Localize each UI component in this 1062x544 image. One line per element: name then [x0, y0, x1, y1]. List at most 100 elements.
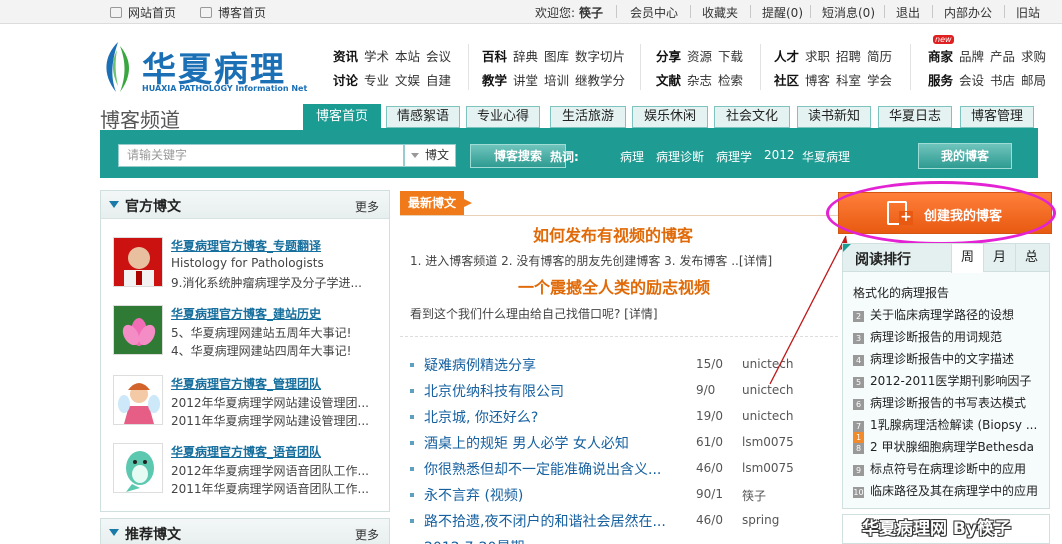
tab-channel[interactable]: 社会文化: [714, 106, 790, 128]
member-center-link[interactable]: 会员中心: [630, 4, 678, 21]
nav-item[interactable]: 下载: [718, 49, 743, 64]
rank-item[interactable]: 10 临床路径及其在病理学中的应用: [853, 482, 1038, 502]
nav-item[interactable]: 杂志: [687, 73, 712, 88]
lotus-image[interactable]: [113, 305, 163, 355]
list-item[interactable]: 北京城, 你还好么? 19/0 unictech: [410, 407, 838, 427]
tab-channel[interactable]: 博客首页: [303, 104, 381, 129]
nav-item[interactable]: 检索: [718, 73, 743, 88]
hot-word[interactable]: 病理学: [716, 148, 752, 165]
post-title[interactable]: 2012-7-20暴期: [424, 537, 524, 544]
search-input[interactable]: 请输关键字: [118, 144, 404, 167]
nav-group-head[interactable]: 文献: [656, 73, 681, 88]
site-logo[interactable]: 华夏病理 HUAXIA PATHOLOGY Information Net: [100, 38, 310, 98]
nav-item[interactable]: 产品: [990, 49, 1015, 64]
rank-item[interactable]: 9 标点符号在病理诊断中的应用: [853, 460, 1026, 480]
post-title[interactable]: 北京城, 你还好么?: [424, 407, 538, 427]
nav-item[interactable]: 会设: [959, 73, 984, 88]
more-link[interactable]: 更多: [355, 526, 379, 543]
nav-group-head[interactable]: 百科: [482, 49, 507, 64]
headline-inspiring-video[interactable]: 一个震撼全人类的励志视频: [518, 274, 710, 298]
post-author[interactable]: lsm0075: [742, 461, 794, 475]
nav-group-head[interactable]: 社区: [774, 73, 799, 88]
more-link[interactable]: 更多: [355, 198, 379, 215]
headline-summary[interactable]: 看到这个我们什么理由给自己找借口呢? [详情]: [410, 305, 658, 322]
avatar[interactable]: [113, 237, 163, 287]
post-author[interactable]: spring: [742, 513, 779, 527]
nav-item[interactable]: 讲堂: [513, 73, 538, 88]
tab-week[interactable]: 周: [951, 244, 983, 273]
list-item[interactable]: 2012-7-20暴期: [410, 537, 838, 544]
entry-title[interactable]: 华夏病理官方博客_语音团队: [171, 443, 321, 460]
rank-item[interactable]: 6 病理诊断报告的书写表达模式: [853, 394, 1026, 414]
entry-line[interactable]: 2011年华夏病理学网站建设管理团...: [171, 412, 369, 429]
nav-item[interactable]: 本站: [395, 49, 420, 64]
old-site-link[interactable]: 旧站: [1016, 4, 1040, 21]
nav-item[interactable]: 辞典: [513, 49, 538, 64]
tab-channel[interactable]: 博客管理: [960, 106, 1034, 128]
nav-item[interactable]: 继教学分: [575, 73, 625, 88]
site-home-link[interactable]: 网站首页: [110, 4, 176, 21]
nav-item[interactable]: 博客: [805, 73, 830, 88]
tab-channel[interactable]: 专业心得: [466, 106, 540, 128]
nav-item[interactable]: 邮局: [1021, 73, 1046, 88]
post-author[interactable]: 筷子: [742, 487, 766, 504]
post-author[interactable]: lsm0075: [742, 435, 794, 449]
nav-item[interactable]: 求职: [805, 49, 830, 64]
reminders-link[interactable]: 提醒(0): [762, 4, 803, 21]
nav-group-head[interactable]: 服务: [928, 73, 953, 88]
entry-line[interactable]: 2012年华夏病理学网语音团队工作...: [171, 462, 369, 479]
tab-month[interactable]: 月: [983, 244, 1015, 272]
tab-total[interactable]: 总: [1015, 244, 1047, 272]
username[interactable]: 筷子: [579, 6, 603, 20]
nav-item[interactable]: 图库: [544, 49, 569, 64]
messages-link[interactable]: 短消息(0): [822, 4, 875, 21]
logout-link[interactable]: 退出: [896, 4, 920, 21]
rank-item[interactable]: 1 格式化的病理报告: [853, 284, 949, 443]
post-title[interactable]: 北京优纳科技有限公司: [424, 381, 564, 401]
hot-word[interactable]: 华夏病理: [802, 148, 850, 165]
rank-item[interactable]: 8 2 甲状腺细胞病理学Bethesda: [853, 438, 1034, 458]
nav-item[interactable]: 学会: [867, 73, 892, 88]
nav-group-head[interactable]: 资讯: [333, 49, 358, 64]
list-item[interactable]: 你很熟悉但却不一定能准确说出含义... 46/0 lsm0075: [410, 459, 838, 479]
post-title[interactable]: 酒桌上的规矩 男人必学 女人必知: [424, 433, 629, 453]
nav-item[interactable]: 求购: [1021, 49, 1046, 64]
nav-item[interactable]: 自建: [426, 73, 451, 88]
nav-group-head[interactable]: 商家: [928, 49, 953, 64]
rank-item[interactable]: 3 病理诊断报告的用词规范: [853, 328, 1002, 348]
rank-item[interactable]: 5 2012-2011医学期刊影响因子: [853, 372, 1031, 392]
hot-word[interactable]: 病理诊断: [656, 148, 704, 165]
nav-item[interactable]: 数字切片: [575, 49, 625, 64]
list-item[interactable]: 永不言弃 (视频) 90/1 筷子: [410, 485, 838, 505]
list-item[interactable]: 酒桌上的规矩 男人必学 女人必知 61/0 lsm0075: [410, 433, 838, 453]
tab-channel[interactable]: 读书新知: [797, 106, 871, 128]
tab-channel[interactable]: 娱乐休闲: [632, 106, 708, 128]
entry-line[interactable]: 2012年华夏病理学网站建设管理团...: [171, 394, 369, 411]
tab-channel[interactable]: 生活旅游: [550, 106, 626, 128]
nav-item[interactable]: 培训: [544, 73, 569, 88]
nav-item[interactable]: 专业: [364, 73, 389, 88]
nav-item[interactable]: 会议: [426, 49, 451, 64]
nav-group-head[interactable]: 分享: [656, 49, 681, 64]
nav-group-head[interactable]: 教学: [482, 73, 507, 88]
tab-channel[interactable]: 情感絮语: [386, 106, 460, 128]
nav-item[interactable]: 学术: [364, 49, 389, 64]
post-title[interactable]: 永不言弃 (视频): [424, 485, 523, 505]
post-author[interactable]: unictech: [742, 409, 793, 423]
hot-word[interactable]: 病理: [620, 148, 644, 165]
search-scope-select[interactable]: 博文: [404, 144, 456, 167]
blog-home-link[interactable]: 博客首页: [200, 4, 266, 21]
nav-group-head[interactable]: 讨论: [333, 73, 358, 88]
entry-line[interactable]: 9.消化系统肿瘤病理学及分子学进...: [171, 274, 362, 291]
entry-title[interactable]: 华夏病理官方博客_建站历史: [171, 305, 321, 322]
nav-item[interactable]: 科室: [836, 73, 861, 88]
post-title[interactable]: 路不拾遗,夜不闭户的和谐社会居然在...: [424, 511, 666, 531]
headline-summary[interactable]: 1. 进入博客频道 2. 没有博客的朋友先创建博客 3. 发布博客 ..[详情]: [410, 252, 772, 269]
nav-item[interactable]: 招聘: [836, 49, 861, 64]
intranet-link[interactable]: 内部办公: [944, 4, 992, 21]
nav-item[interactable]: 品牌: [959, 49, 984, 64]
nav-item[interactable]: 文娱: [395, 73, 420, 88]
entry-line[interactable]: Histology for Pathologists: [171, 256, 324, 270]
dolphin-image[interactable]: [113, 443, 163, 493]
entry-title[interactable]: 华夏病理官方博客_管理团队: [171, 375, 321, 392]
